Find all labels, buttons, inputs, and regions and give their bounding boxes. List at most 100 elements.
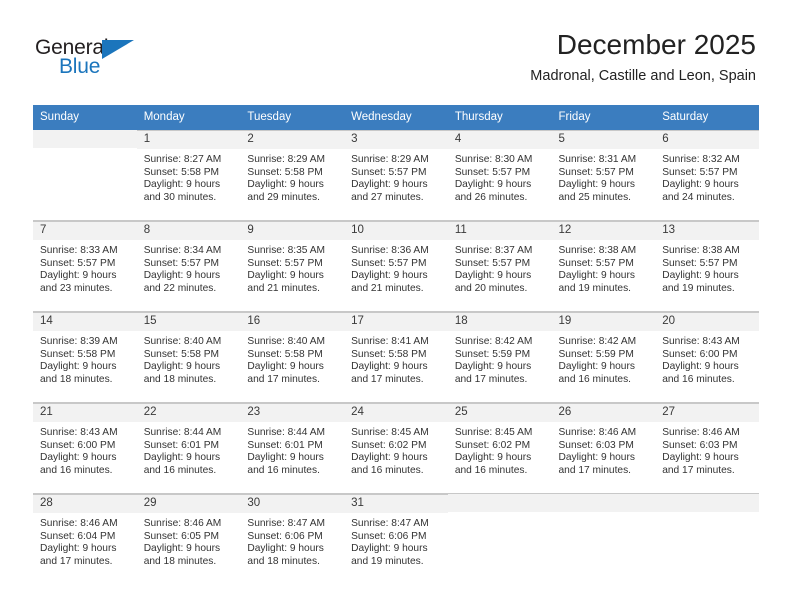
day-cell[interactable]: 13 Sunrise: 8:38 AM Sunset: 5:57 PM Dayligh… — [655, 221, 759, 311]
day-cell[interactable]: 3 Sunrise: 8:29 AM Sunset: 5:57 PM Daylight… — [344, 130, 448, 220]
calendar-cell[interactable] — [655, 493, 759, 584]
day-details: Sunrise: 8:37 AM Sunset: 5:57 PM Daylight:… — [448, 240, 552, 295]
calendar-cell[interactable]: 5 Sunrise: 8:31 AM Sunset: 5:57 PM Daylight… — [551, 130, 656, 221]
calendar-cell[interactable]: 28 Sunrise: 8:46 AM Sunset: 6:04 PM Dayligh… — [33, 493, 137, 584]
calendar-cell[interactable]: 2 Sunrise: 8:29 AM Sunset: 5:58 PM Daylight… — [240, 130, 345, 221]
day-cell[interactable]: 21 Sunrise: 8:43 AM Sunset: 6:00 PM Dayligh… — [33, 403, 137, 493]
day-cell[interactable]: 2 Sunrise: 8:29 AM Sunset: 5:58 PM Daylight… — [240, 130, 345, 220]
calendar-cell[interactable]: 21 Sunrise: 8:43 AM Sunset: 6:00 PM Dayligh… — [33, 402, 137, 494]
day-cell[interactable]: 19 Sunrise: 8:42 AM Sunset: 5:59 PM Dayligh… — [551, 312, 656, 402]
day-cell[interactable]: 24 Sunrise: 8:45 AM Sunset: 6:02 PM Dayligh… — [344, 403, 448, 493]
day-cell[interactable]: 29 Sunrise: 8:46 AM Sunset: 6:05 PM Dayligh… — [136, 494, 241, 584]
day-cell[interactable]: 22 Sunrise: 8:44 AM Sunset: 6:01 PM Dayligh… — [136, 403, 241, 493]
daylight-text-line1: Daylight: 9 hours — [143, 543, 221, 555]
day-number: 14 — [33, 313, 137, 331]
day-cell[interactable]: 28 Sunrise: 8:46 AM Sunset: 6:04 PM Dayligh… — [33, 494, 137, 584]
day-cell[interactable]: 14 Sunrise: 8:39 AM Sunset: 5:58 PM Dayligh… — [33, 312, 137, 402]
daylight-text-line1: Daylight: 9 hours — [662, 452, 739, 464]
calendar-cell[interactable]: 16 Sunrise: 8:40 AM Sunset: 5:58 PM Dayligh… — [240, 311, 345, 403]
daylight-text-line1: Daylight: 9 hours — [40, 452, 117, 464]
daylight-text-line2: and 25 minutes. — [558, 191, 632, 203]
daylight-text-line1: Daylight: 9 hours — [247, 361, 324, 373]
calendar-cell[interactable]: 13 Sunrise: 8:38 AM Sunset: 5:57 PM Dayligh… — [655, 220, 759, 312]
calendar-cell[interactable]: 9 Sunrise: 8:35 AM Sunset: 5:57 PM Daylight… — [240, 220, 345, 312]
weekday-header-friday: Friday — [551, 105, 656, 130]
calendar-cell[interactable]: 30 Sunrise: 8:47 AM Sunset: 6:06 PM Dayligh… — [240, 493, 345, 584]
day-cell[interactable]: 10 Sunrise: 8:36 AM Sunset: 5:57 PM Dayligh… — [344, 221, 448, 311]
day-cell[interactable]: 27 Sunrise: 8:46 AM Sunset: 6:03 PM Dayligh… — [655, 403, 759, 493]
calendar-cell[interactable] — [33, 130, 137, 221]
calendar-cell[interactable]: 19 Sunrise: 8:42 AM Sunset: 5:59 PM Dayligh… — [551, 311, 656, 403]
calendar-cell[interactable]: 1 Sunrise: 8:27 AM Sunset: 5:58 PM Daylight… — [136, 130, 241, 221]
daylight-text-line2: and 16 minutes. — [662, 373, 735, 385]
sunrise-text: Sunrise: 8:32 AM — [662, 154, 740, 165]
daylight-text-line2: and 16 minutes. — [454, 464, 528, 476]
day-cell[interactable] — [33, 130, 137, 220]
calendar-cell[interactable]: 27 Sunrise: 8:46 AM Sunset: 6:03 PM Dayligh… — [655, 402, 759, 494]
day-cell[interactable]: 5 Sunrise: 8:31 AM Sunset: 5:57 PM Daylight… — [551, 130, 656, 220]
sunrise-text: Sunrise: 8:46 AM — [143, 518, 222, 529]
calendar-cell[interactable]: 6 Sunrise: 8:32 AM Sunset: 5:57 PM Daylight… — [655, 130, 759, 221]
day-cell[interactable]: 4 Sunrise: 8:30 AM Sunset: 5:57 PM Daylight… — [447, 130, 552, 220]
sunrise-text: Sunrise: 8:40 AM — [143, 336, 222, 347]
calendar-cell[interactable]: 15 Sunrise: 8:40 AM Sunset: 5:58 PM Dayligh… — [136, 311, 241, 403]
day-cell[interactable] — [655, 494, 759, 584]
generalblue-logo[interactable]: General Blue — [35, 36, 145, 82]
calendar-cell[interactable]: 18 Sunrise: 8:42 AM Sunset: 5:59 PM Dayligh… — [447, 311, 552, 403]
page-header: General Blue December 2025 Madronal, Cas… — [0, 0, 792, 103]
calendar-cell[interactable]: 10 Sunrise: 8:36 AM Sunset: 5:57 PM Dayligh… — [344, 220, 448, 312]
day-details: Sunrise: 8:46 AM Sunset: 6:03 PM Daylight:… — [552, 422, 656, 477]
calendar-cell[interactable]: 24 Sunrise: 8:45 AM Sunset: 6:02 PM Dayligh… — [344, 402, 448, 494]
calendar-cell[interactable]: 14 Sunrise: 8:39 AM Sunset: 5:58 PM Dayligh… — [33, 311, 137, 403]
weekday-header-thursday: Thursday — [447, 105, 552, 130]
calendar-grid: Sunday Monday Tuesday Wednesday Thursday… — [33, 105, 759, 584]
day-number: 30 — [240, 495, 345, 513]
day-cell[interactable]: 30 Sunrise: 8:47 AM Sunset: 6:06 PM Dayligh… — [240, 494, 345, 584]
day-cell[interactable]: 20 Sunrise: 8:43 AM Sunset: 6:00 PM Dayligh… — [655, 312, 759, 402]
calendar-cell[interactable]: 3 Sunrise: 8:29 AM Sunset: 5:57 PM Daylight… — [344, 130, 448, 221]
calendar-cell[interactable] — [447, 493, 552, 584]
calendar-cell[interactable]: 12 Sunrise: 8:38 AM Sunset: 5:57 PM Dayligh… — [551, 220, 656, 312]
daylight-text-line1: Daylight: 9 hours — [454, 179, 532, 191]
calendar-cell[interactable]: 20 Sunrise: 8:43 AM Sunset: 6:00 PM Dayligh… — [655, 311, 759, 403]
sunset-text: Sunset: 5:57 PM — [40, 257, 116, 269]
day-cell[interactable]: 25 Sunrise: 8:45 AM Sunset: 6:02 PM Dayligh… — [447, 403, 552, 493]
sunrise-text: Sunrise: 8:44 AM — [143, 427, 222, 438]
calendar-cell[interactable]: 17 Sunrise: 8:41 AM Sunset: 5:58 PM Dayligh… — [344, 311, 448, 403]
sunrise-text: Sunrise: 8:29 AM — [247, 154, 325, 165]
calendar-cell[interactable]: 8 Sunrise: 8:34 AM Sunset: 5:57 PM Daylight… — [136, 220, 241, 312]
day-cell[interactable] — [551, 494, 656, 584]
day-cell[interactable]: 31 Sunrise: 8:47 AM Sunset: 6:06 PM Dayligh… — [344, 494, 448, 584]
day-cell[interactable]: 1 Sunrise: 8:27 AM Sunset: 5:58 PM Daylight… — [136, 130, 241, 220]
calendar-cell[interactable]: 23 Sunrise: 8:44 AM Sunset: 6:01 PM Dayligh… — [240, 402, 345, 494]
day-cell[interactable]: 16 Sunrise: 8:40 AM Sunset: 5:58 PM Dayligh… — [240, 312, 345, 402]
calendar-cell[interactable]: 25 Sunrise: 8:45 AM Sunset: 6:02 PM Dayligh… — [447, 402, 552, 494]
calendar-cell[interactable]: 26 Sunrise: 8:46 AM Sunset: 6:03 PM Dayligh… — [551, 402, 656, 494]
sunset-text: Sunset: 5:58 PM — [143, 166, 220, 178]
calendar-cell[interactable]: 11 Sunrise: 8:37 AM Sunset: 5:57 PM Dayligh… — [447, 220, 552, 312]
day-cell[interactable]: 8 Sunrise: 8:34 AM Sunset: 5:57 PM Daylight… — [136, 221, 241, 311]
calendar-cell[interactable]: 22 Sunrise: 8:44 AM Sunset: 6:01 PM Dayligh… — [136, 402, 241, 494]
day-cell[interactable]: 26 Sunrise: 8:46 AM Sunset: 6:03 PM Dayligh… — [551, 403, 656, 493]
day-cell[interactable]: 7 Sunrise: 8:33 AM Sunset: 5:57 PM Daylight… — [33, 221, 137, 311]
daylight-text-line2: and 26 minutes. — [454, 191, 528, 203]
day-cell[interactable]: 9 Sunrise: 8:35 AM Sunset: 5:57 PM Daylight… — [240, 221, 345, 311]
title-block: December 2025 Madronal, Castille and Leo… — [530, 28, 756, 86]
day-cell[interactable]: 23 Sunrise: 8:44 AM Sunset: 6:01 PM Dayligh… — [240, 403, 345, 493]
day-cell[interactable]: 18 Sunrise: 8:42 AM Sunset: 5:59 PM Dayligh… — [447, 312, 552, 402]
day-cell[interactable]: 17 Sunrise: 8:41 AM Sunset: 5:58 PM Dayligh… — [344, 312, 448, 402]
calendar-cell[interactable] — [551, 493, 656, 584]
day-details: Sunrise: 8:38 AM Sunset: 5:57 PM Daylight:… — [552, 240, 656, 295]
day-cell[interactable] — [447, 494, 552, 584]
calendar-cell[interactable]: 29 Sunrise: 8:46 AM Sunset: 6:05 PM Dayligh… — [136, 493, 241, 584]
day-cell[interactable]: 12 Sunrise: 8:38 AM Sunset: 5:57 PM Dayligh… — [551, 221, 656, 311]
day-number: 4 — [447, 131, 552, 149]
day-cell[interactable]: 15 Sunrise: 8:40 AM Sunset: 5:58 PM Dayligh… — [136, 312, 241, 402]
day-cell[interactable]: 11 Sunrise: 8:37 AM Sunset: 5:57 PM Dayligh… — [447, 221, 552, 311]
day-cell[interactable]: 6 Sunrise: 8:32 AM Sunset: 5:57 PM Daylight… — [655, 130, 759, 220]
sunset-text: Sunset: 5:57 PM — [454, 166, 531, 178]
calendar-cell[interactable]: 31 Sunrise: 8:47 AM Sunset: 6:06 PM Dayligh… — [344, 493, 448, 584]
calendar-cell[interactable]: 4 Sunrise: 8:30 AM Sunset: 5:57 PM Daylight… — [447, 130, 552, 221]
location-subtitle: Madronal, Castille and Leon, Spain — [530, 68, 756, 84]
calendar-cell[interactable]: 7 Sunrise: 8:33 AM Sunset: 5:57 PM Daylight… — [33, 220, 137, 312]
